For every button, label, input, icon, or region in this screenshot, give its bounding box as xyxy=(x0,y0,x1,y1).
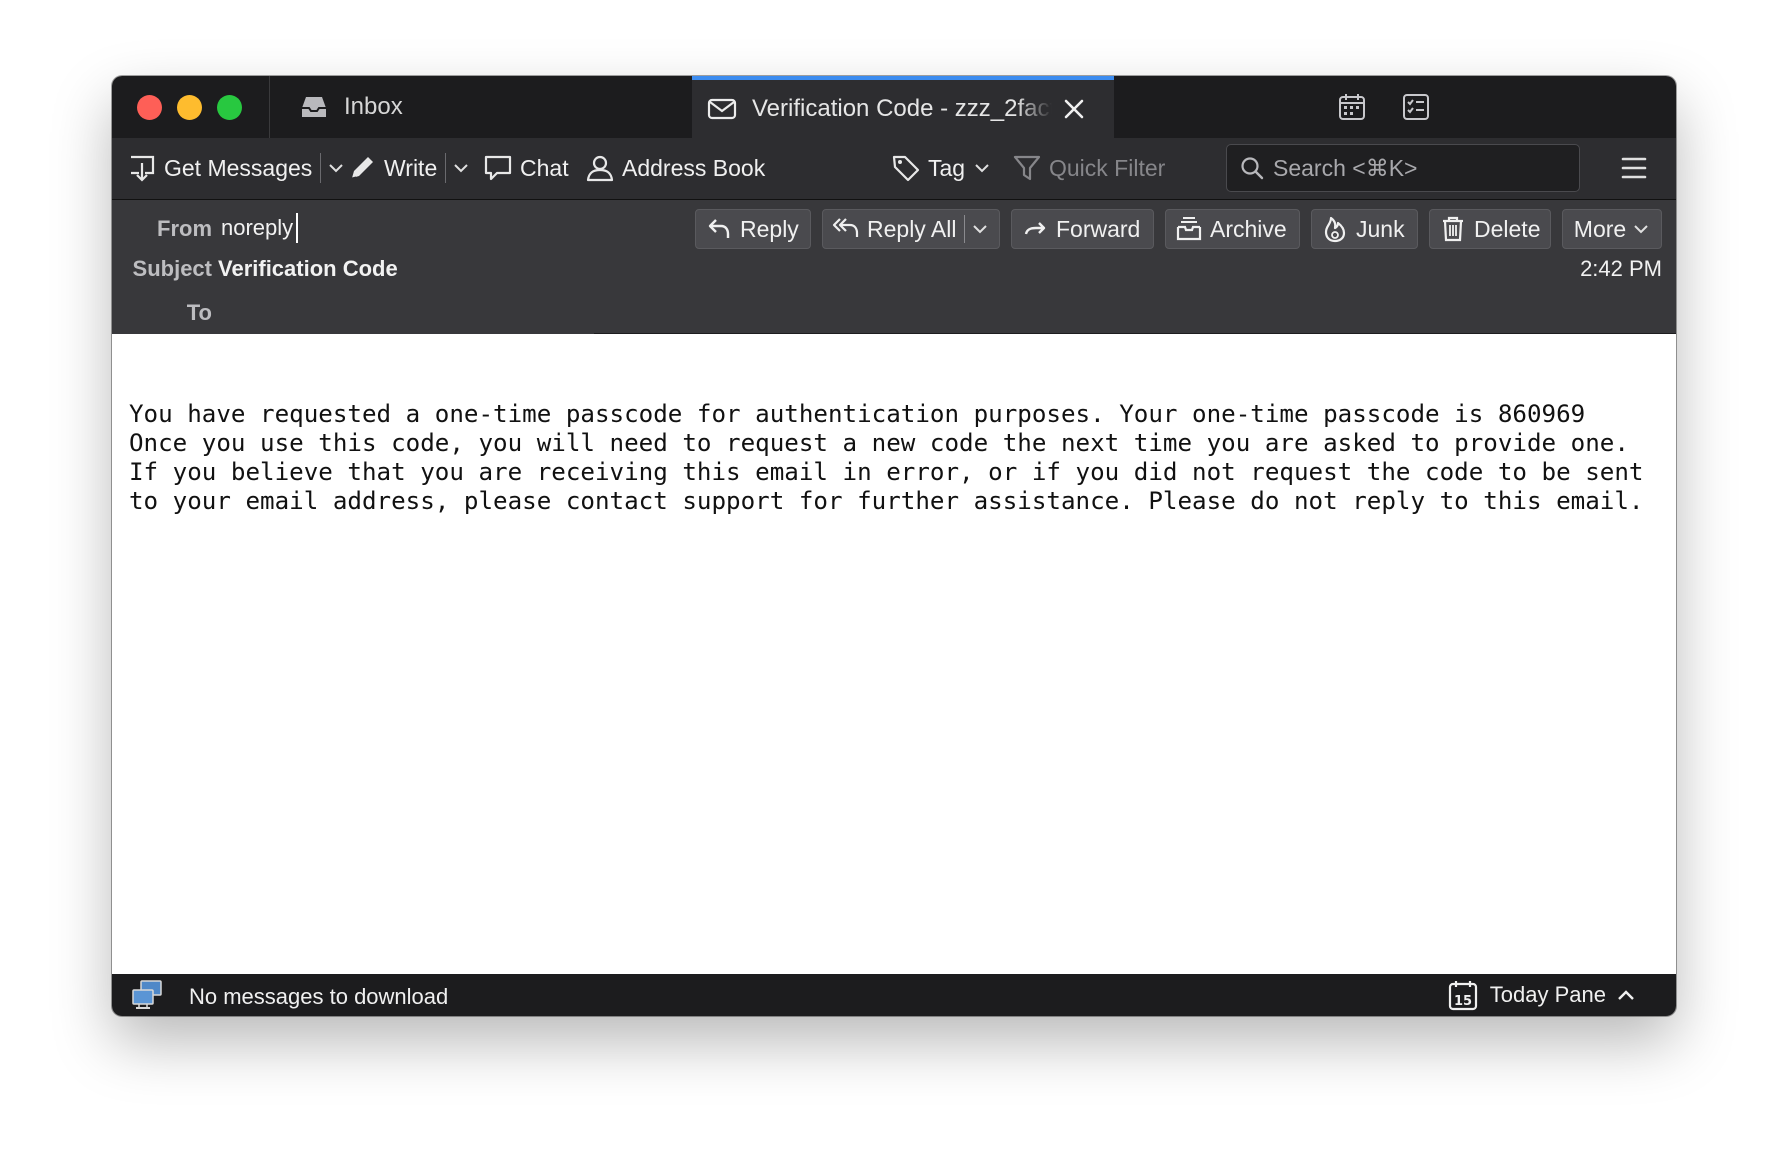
contact-icon xyxy=(584,152,616,184)
envelope-icon xyxy=(706,93,738,125)
message-line: to your email address, please contact su… xyxy=(129,487,1644,515)
search-icon xyxy=(1237,153,1267,183)
message-line: If you believe that you are receiving th… xyxy=(129,458,1644,486)
chat-label: Chat xyxy=(520,154,569,181)
forward-arrow-icon xyxy=(1020,214,1050,244)
window-close-button[interactable] xyxy=(137,95,162,120)
delete-button[interactable]: Delete xyxy=(1429,209,1551,249)
forward-button[interactable]: Forward xyxy=(1011,209,1154,249)
title-bar: Inbox Verification Code - zzz_2factor xyxy=(112,76,1676,138)
tab-message[interactable]: Verification Code - zzz_2factor xyxy=(692,76,1114,138)
reply-button[interactable]: Reply xyxy=(695,209,811,249)
split-divider xyxy=(320,153,322,183)
more-label: More xyxy=(1573,215,1627,242)
chat-button[interactable]: Chat xyxy=(482,148,569,188)
get-messages-button[interactable]: Get Messages xyxy=(126,148,345,188)
from-label: From xyxy=(157,216,212,241)
message-text: You have requested a one-time passcode f… xyxy=(129,400,1643,516)
chevron-down-icon xyxy=(1632,220,1650,238)
calendar-day-icon: 15 xyxy=(1446,978,1480,1012)
chevron-down-icon[interactable] xyxy=(452,159,470,177)
message-body: You have requested a one-time passcode f… xyxy=(112,334,1676,974)
address-book-label: Address Book xyxy=(622,154,766,181)
split-divider xyxy=(964,215,966,243)
more-button[interactable]: More xyxy=(1562,209,1662,249)
status-bar: No messages to download 15 Today Pane xyxy=(112,974,1676,1016)
from-value[interactable]: noreply xyxy=(221,213,299,243)
junk-button[interactable]: Junk xyxy=(1311,209,1418,249)
reply-all-label: Reply All xyxy=(867,215,957,242)
archive-box-icon xyxy=(1174,214,1204,244)
delete-label: Delete xyxy=(1474,215,1541,242)
mail-window: Inbox Verification Code - zzz_2factor Ge… xyxy=(112,76,1676,1016)
close-icon[interactable] xyxy=(1058,93,1090,125)
tag-button[interactable]: Tag xyxy=(890,148,991,188)
trash-icon xyxy=(1438,214,1468,244)
message-line: You have requested a one-time passcode f… xyxy=(129,400,1586,428)
hamburger-menu-icon[interactable] xyxy=(1616,150,1652,186)
subject-label: Subject xyxy=(132,256,212,281)
tab-label: Inbox xyxy=(344,93,403,120)
status-text: No messages to download xyxy=(189,984,449,1009)
chat-bubble-icon xyxy=(482,152,514,184)
to-label: To xyxy=(186,300,212,325)
junk-label: Junk xyxy=(1356,215,1405,242)
download-icon xyxy=(126,152,158,184)
flame-icon xyxy=(1320,214,1350,244)
tasks-icon[interactable] xyxy=(1398,89,1434,125)
search-input[interactable]: Search <⌘K> xyxy=(1226,144,1580,192)
main-toolbar: Get Messages Write Chat Address Book Tag… xyxy=(112,138,1676,200)
tag-label: Tag xyxy=(928,154,966,181)
quick-filter-label: Quick Filter xyxy=(1049,154,1166,181)
pencil-icon xyxy=(346,152,378,184)
archive-label: Archive xyxy=(1210,215,1287,242)
chevron-down-icon xyxy=(973,159,991,177)
forward-label: Forward xyxy=(1056,215,1141,242)
reply-all-button[interactable]: Reply All xyxy=(822,209,1000,249)
inbox-tray-icon xyxy=(298,91,330,123)
archive-button[interactable]: Archive xyxy=(1165,209,1300,249)
tab-label: Verification Code - zzz_2factor xyxy=(752,95,1052,122)
tag-icon xyxy=(890,152,922,184)
reply-all-arrow-icon xyxy=(831,214,861,244)
chevron-down-icon[interactable] xyxy=(971,220,989,238)
reply-arrow-icon xyxy=(704,214,734,244)
message-date: 2:42 PM xyxy=(1580,256,1662,281)
search-placeholder: Search <⌘K> xyxy=(1273,154,1418,181)
write-button[interactable]: Write xyxy=(346,148,470,188)
network-status-icon[interactable] xyxy=(130,978,164,1012)
filter-icon xyxy=(1011,152,1043,184)
svg-text:15: 15 xyxy=(1454,994,1472,1009)
reply-label: Reply xyxy=(740,215,799,242)
get-messages-label: Get Messages xyxy=(164,154,313,181)
split-divider xyxy=(445,153,447,183)
subject-value: Verification Code xyxy=(218,256,398,281)
today-pane-label: Today Pane xyxy=(1489,982,1606,1007)
calendar-icon[interactable] xyxy=(1334,89,1370,125)
chevron-down-icon[interactable] xyxy=(327,159,345,177)
write-label: Write xyxy=(384,154,438,181)
message-line: Once you use this code, you will need to… xyxy=(129,429,1629,457)
window-maximize-button[interactable] xyxy=(217,95,242,120)
window-minimize-button[interactable] xyxy=(177,95,202,120)
chevron-up-icon xyxy=(1616,985,1636,1005)
quick-filter-button[interactable]: Quick Filter xyxy=(1011,148,1165,188)
message-header: From noreply Subject Verification Code T… xyxy=(112,200,1676,334)
today-pane-toggle[interactable]: 15 Today Pane xyxy=(1446,978,1636,1012)
address-book-button[interactable]: Address Book xyxy=(584,148,765,188)
tab-separator xyxy=(269,76,270,138)
